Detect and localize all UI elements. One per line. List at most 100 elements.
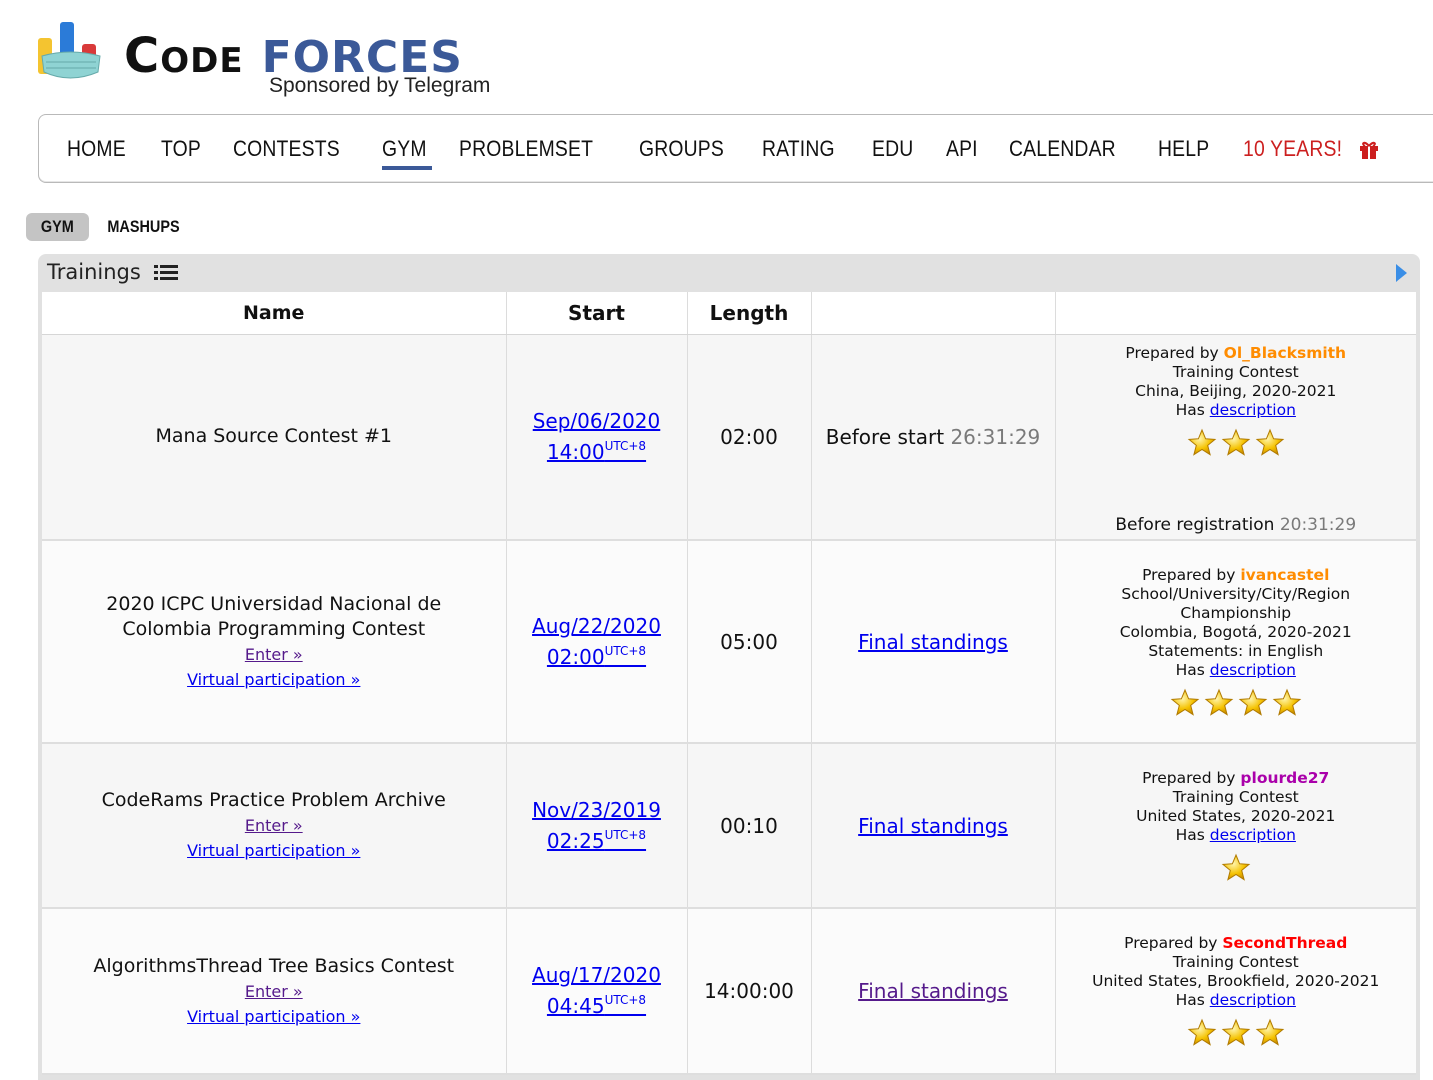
menu-link-top[interactable]: TOP xyxy=(161,136,201,162)
cell-name: 2020 ICPC Universidad Nacional de Colombi… xyxy=(42,540,507,744)
contest-location: Colombia, Bogotá, 2020-2021 xyxy=(1119,622,1352,641)
collapse-toggle-icon[interactable] xyxy=(1394,262,1408,284)
menu-link-help[interactable]: HELP xyxy=(1158,136,1209,162)
menu-item: 10 YEARS! xyxy=(1243,115,1380,182)
contest-type: Championship xyxy=(1180,603,1292,622)
difficulty-stars xyxy=(1056,1018,1417,1048)
menu-item: CALENDAR xyxy=(1009,115,1130,182)
start-time-link[interactable]: Aug/22/2020 02:00UTC+8 xyxy=(532,614,661,670)
cell-length: 02:00 xyxy=(687,334,812,541)
contest-type: Training Contest xyxy=(1172,953,1299,971)
codeforces-logo[interactable]: Code forces Sponsored by Telegram xyxy=(36,18,516,102)
difficulty-stars xyxy=(1056,853,1417,883)
contest-name-line: Colombia Programming Contest xyxy=(122,617,426,640)
contest-type: Training Contest xyxy=(1172,363,1299,382)
prepared-by-label: Prepared by xyxy=(1142,565,1236,584)
start-clock: 14:00 xyxy=(546,439,605,464)
contest-name: 2020 ICPC Universidad Nacional de Colombi… xyxy=(42,592,506,642)
menu-item: API xyxy=(946,115,982,182)
menu-link-rating[interactable]: RATING xyxy=(762,136,835,162)
cell-state: Final standings xyxy=(811,540,1056,744)
trainings-title: Trainings xyxy=(47,260,178,284)
cell-length: 05:00 xyxy=(687,540,812,744)
cell-name: AlgorithmsThread Tree Basics Contest Ente… xyxy=(42,908,507,1075)
virtual-participation-link[interactable]: Virtual participation » xyxy=(187,841,360,860)
menu-link-contests[interactable]: CONTESTS xyxy=(233,136,340,162)
star-icon xyxy=(1255,1018,1285,1046)
column-header-state xyxy=(811,292,1056,335)
start-time-link[interactable]: Aug/17/2020 04:45UTC+8 xyxy=(532,963,661,1019)
contest-length: 14:00:00 xyxy=(704,979,794,1003)
star-icon xyxy=(1221,1018,1251,1046)
cell-info: Prepared by ivancastel School/University/… xyxy=(1055,540,1416,744)
prepared-by-label: Prepared by xyxy=(1124,934,1218,952)
description-link[interactable]: description xyxy=(1210,661,1296,679)
author-link[interactable]: ivancastel xyxy=(1240,566,1329,584)
contest-name: Mana Source Contest #1 xyxy=(42,424,506,449)
cell-length: 14:00:00 xyxy=(687,908,812,1075)
author-link[interactable]: Ol_Blacksmith xyxy=(1224,344,1346,362)
contest-name-line: Mana Source Contest #1 xyxy=(155,425,393,448)
gift-icon xyxy=(1359,141,1378,159)
final-standings-link[interactable]: Final standings xyxy=(858,979,1008,1003)
star-icon xyxy=(1272,688,1302,716)
menu-link-calendar[interactable]: CALENDAR xyxy=(1009,136,1116,162)
contest-type: School/University/City/Region xyxy=(1121,584,1351,603)
start-clock: 02:00 xyxy=(546,644,605,669)
star-icon xyxy=(1238,688,1268,716)
enter-link[interactable]: Enter » xyxy=(245,816,303,835)
has-label: Has xyxy=(1175,660,1205,679)
enter-link[interactable]: Enter » xyxy=(245,982,303,1001)
virtual-participation-link[interactable]: Virtual participation » xyxy=(187,1007,360,1026)
submenu-mashups[interactable]: MASHUPS xyxy=(89,213,198,241)
menu-link-gym[interactable]: GYM xyxy=(382,136,427,162)
menu-item: RATING xyxy=(762,115,845,182)
cell-length: 00:10 xyxy=(687,743,812,909)
final-standings-link[interactable]: Final standings xyxy=(858,630,1008,654)
menu-link-home[interactable]: HOME xyxy=(67,136,126,162)
before-start-label: Before start xyxy=(825,424,945,449)
menu-item: HELP xyxy=(1158,115,1216,182)
registration-timer: 20:31:29 xyxy=(1279,515,1357,536)
before-registration-label: Before registration xyxy=(1115,515,1275,536)
menu-link-api[interactable]: API xyxy=(946,136,978,162)
timezone-label: UTC+8 xyxy=(604,993,647,1007)
statements-language: Statements: in English xyxy=(1148,641,1324,660)
trainings-table: Name Start Length Mana Source Contest #1… xyxy=(42,292,1416,1075)
menu-item: GROUPS xyxy=(639,115,736,182)
start-time-link[interactable]: Nov/23/2019 02:25UTC+8 xyxy=(532,798,661,854)
author-link[interactable]: plourde27 xyxy=(1240,769,1329,787)
menu-link-edu[interactable]: EDU xyxy=(872,136,913,162)
enter-link[interactable]: Enter » xyxy=(245,645,303,664)
final-standings-link[interactable]: Final standings xyxy=(858,814,1008,838)
start-time-link[interactable]: Sep/06/2020 14:00UTC+8 xyxy=(533,409,661,465)
cell-start: Sep/06/2020 14:00UTC+8 xyxy=(506,334,688,541)
cell-start: Aug/22/2020 02:00UTC+8 xyxy=(506,540,688,744)
contest-name: AlgorithmsThread Tree Basics Contest xyxy=(42,954,506,979)
second-level-menu: GYM MASHUPS xyxy=(26,213,198,241)
submenu-gym[interactable]: GYM xyxy=(26,213,89,241)
column-header-info xyxy=(1055,292,1416,335)
registration-countdown: Before registration 20:31:29 xyxy=(1056,516,1417,535)
start-clock: 04:45 xyxy=(546,994,605,1018)
menu-link-10-years[interactable]: 10 YEARS! xyxy=(1243,136,1342,162)
list-icon[interactable] xyxy=(153,263,178,283)
cell-name: Mana Source Contest #1 xyxy=(42,334,507,541)
virtual-participation-link[interactable]: Virtual participation » xyxy=(187,670,360,689)
author-link[interactable]: SecondThread xyxy=(1222,934,1347,952)
contest-length: 05:00 xyxy=(720,629,778,654)
menu-link-groups[interactable]: GROUPS xyxy=(639,136,724,162)
description-link[interactable]: description xyxy=(1210,401,1296,419)
column-header-start: Start xyxy=(506,292,688,335)
cell-state: Final standings xyxy=(811,743,1056,909)
menu-link-problemset[interactable]: PROBLEMSET xyxy=(459,136,593,162)
star-icon xyxy=(1187,428,1217,456)
start-date: Aug/22/2020 xyxy=(532,613,661,638)
table-row: CodeRams Practice Problem Archive Enter »… xyxy=(42,743,1417,909)
cell-info: Prepared by SecondThread Training Contest… xyxy=(1055,908,1417,1075)
logo-mark-icon xyxy=(38,22,101,79)
main-menu-list: HOME TOP CONTESTS GYM PROBLEMSET GROUPS RATING… xyxy=(39,115,1433,182)
trainings-title-text: Trainings xyxy=(47,260,141,284)
description-link[interactable]: description xyxy=(1210,991,1296,1009)
description-link[interactable]: description xyxy=(1210,826,1296,844)
